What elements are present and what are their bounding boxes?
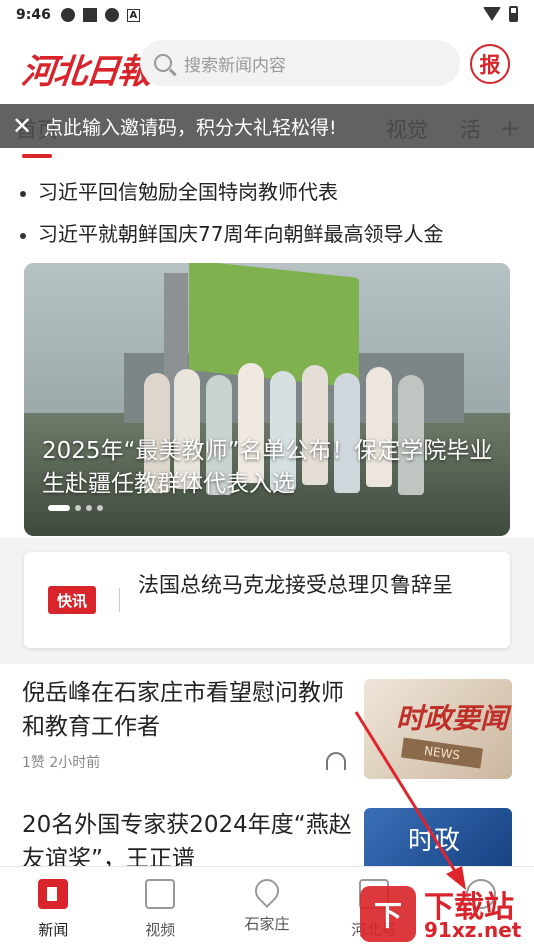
thumbnail-text: 时政 (408, 826, 461, 856)
watermark-url: 91xz.net (424, 918, 522, 942)
article-meta: 1赞 2小时前 (22, 755, 101, 771)
carousel-dot (48, 505, 70, 511)
article-title[interactable]: 倪岳峰在石家庄市看望慰问教师和教育工作者 (22, 676, 352, 744)
hero-photo-flag (189, 263, 359, 388)
flash-news-text: 法国总统马克龙接受总理贝鲁辞呈 (138, 573, 453, 597)
close-icon[interactable]: ✕ (0, 104, 44, 148)
status-time: 9:46 (16, 7, 51, 23)
divider (119, 588, 120, 612)
notification-icon-2 (104, 8, 119, 22)
invite-code-banner[interactable]: ✕ 点此输入邀请码，积分大礼轻松得! (0, 104, 534, 148)
wifi-icon (483, 7, 501, 21)
nav-label: 石家庄 (244, 915, 290, 933)
search-bar[interactable]: 搜索新闻内容 (140, 40, 460, 86)
nav-label: 新闻 (38, 921, 69, 939)
article-thumbnail[interactable]: 时政要闻 NEWS (364, 679, 512, 779)
status-right (483, 6, 518, 22)
headline-text: 习近平回信勉励全国特岗教师代表 (38, 180, 338, 204)
bullet-icon (20, 190, 26, 197)
video-icon (145, 879, 176, 909)
app-logo: 河北日報 (19, 52, 152, 92)
carousel-dot (97, 505, 103, 511)
thumbnail-news-block: NEWS (400, 737, 484, 769)
listen-audio-icon[interactable] (326, 752, 346, 770)
location-pin-icon (250, 874, 284, 908)
status-bar: 9:46 A (0, 0, 534, 30)
search-icon (154, 54, 172, 72)
thumbnail-text: 时政要闻 (396, 702, 509, 735)
nav-video[interactable]: 视频 (107, 867, 214, 950)
carousel-dot (75, 505, 81, 511)
flash-badge: 快讯 (48, 586, 96, 614)
nav-shijiazhuang[interactable]: 石家庄 (214, 867, 321, 950)
nav-label: 视频 (145, 921, 176, 939)
headline-item[interactable]: 习近平回信勉励全国特岗教师代表 (20, 176, 520, 205)
square-notification-icon (82, 8, 97, 22)
news-icon (38, 879, 69, 909)
bullet-icon (20, 232, 26, 239)
watermark-logo: 下 (360, 886, 416, 942)
headline-text: 习近平就朝鲜国庆77周年向朝鲜最高领导人金 (38, 222, 444, 246)
nav-news[interactable]: 新闻 (0, 867, 107, 950)
hero-carousel[interactable]: 2025年“最美教师”名单公布！保定学院毕业生赴疆任教群体代表入选 (24, 263, 510, 536)
status-icons: A (60, 8, 140, 22)
invite-banner-text: 点此输入邀请码，积分大礼轻松得! (44, 116, 337, 139)
app-header: 河北日報 搜索新闻内容 报 (0, 36, 534, 92)
carousel-dot (86, 505, 92, 511)
tab-indicator (22, 154, 52, 158)
battery-icon (509, 6, 518, 22)
flash-news-card[interactable]: 快讯 法国总统马克龙接受总理贝鲁辞呈 (24, 552, 510, 648)
newspaper-button[interactable]: 报 (470, 44, 510, 84)
headline-item[interactable]: 习近平就朝鲜国庆77周年向朝鲜最高领导人金 (20, 218, 520, 247)
a-notification-icon: A (126, 8, 140, 22)
watermark: 下 下载站 91xz.net (360, 880, 532, 948)
hero-caption: 2025年“最美教师”名单公布！保定学院毕业生赴疆任教群体代表入选 (42, 438, 493, 497)
notification-icon (60, 8, 75, 22)
carousel-dots (48, 505, 103, 511)
search-placeholder: 搜索新闻内容 (184, 55, 286, 76)
